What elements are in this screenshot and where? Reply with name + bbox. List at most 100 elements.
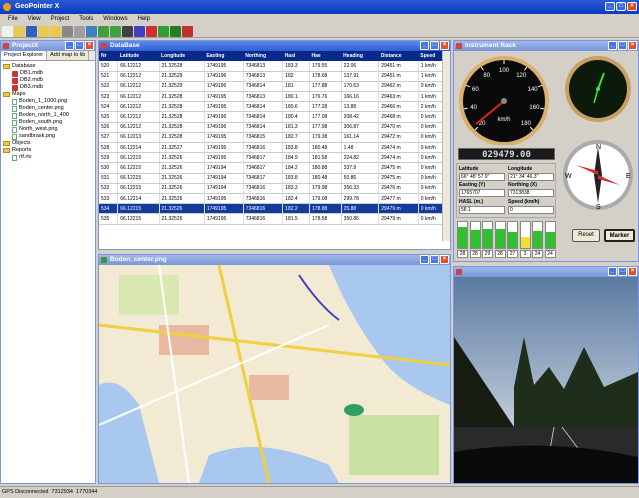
tree-item[interactable]: Maps [3, 91, 93, 98]
tree-item[interactable]: North_west.png [3, 126, 93, 133]
minimize-icon[interactable]: _ [608, 267, 617, 276]
maximize-icon[interactable]: □ [618, 41, 627, 50]
maximize-icon[interactable]: □ [75, 41, 84, 50]
tree-item[interactable]: Boden_1_1000.png [3, 98, 93, 105]
tab-project-explorer[interactable]: Project Explorer [1, 51, 48, 60]
table-cell: 21.32528 [159, 111, 205, 123]
menu-tools[interactable]: Tools [75, 14, 97, 25]
table-cell: 530 [99, 162, 119, 174]
flag-icon[interactable] [146, 26, 157, 37]
tree-item[interactable]: Reports [3, 147, 93, 154]
scrollbar[interactable] [442, 51, 450, 241]
column-header[interactable]: Northing [243, 51, 283, 61]
minimize-icon[interactable]: _ [420, 41, 429, 50]
new-icon[interactable] [2, 26, 13, 37]
menu-view[interactable]: View [24, 14, 45, 25]
table-cell: 7346814 [243, 101, 284, 113]
table-icon[interactable] [86, 26, 97, 37]
file-icon [12, 98, 17, 105]
gps-icon[interactable] [134, 26, 145, 37]
maximize-icon[interactable]: □ [430, 255, 439, 264]
table-row[interactable]: 532 66.12215 21.32526 1749194 7346816 183.3 17… [99, 183, 451, 194]
table-cell: 21.32526 [159, 152, 205, 164]
chart-icon[interactable] [98, 26, 109, 37]
column-header[interactable]: Distance [378, 51, 419, 61]
close-icon[interactable]: × [628, 267, 637, 276]
marker-button[interactable]: Marker [604, 229, 635, 242]
column-header[interactable]: Easting [204, 51, 244, 61]
save-icon[interactable] [26, 26, 37, 37]
folder-icon [3, 141, 10, 146]
close-icon[interactable]: × [85, 41, 94, 50]
table-row[interactable]: 526 66.12212 21.32528 1749196 7346814 181.3 17… [99, 122, 451, 133]
column-header[interactable]: Longitude [159, 51, 205, 61]
table-cell: 1.48 [341, 142, 380, 154]
minimize-icon[interactable]: _ [420, 255, 429, 264]
pen-icon[interactable] [182, 26, 193, 37]
tree-item[interactable]: Objects [3, 140, 93, 147]
reset-button[interactable]: Reset [572, 229, 600, 242]
table-cell: 179.08 [309, 193, 342, 205]
folder-open-icon[interactable] [50, 26, 61, 37]
check-icon[interactable] [158, 26, 169, 37]
tree-item[interactable]: Boden_north_1_400 [3, 112, 93, 119]
table-row[interactable]: 533 66.12214 21.32526 1749195 7346816 182.4 17… [99, 193, 451, 205]
table-row[interactable]: 522 66.12212 21.32529 1749196 7346814 181 177.… [99, 81, 451, 93]
table-cell: 7346817 [243, 152, 284, 164]
menu-project[interactable]: Project [47, 14, 74, 25]
folder-icon [3, 64, 10, 69]
table-cell: 523 [99, 91, 119, 103]
tree-item[interactable]: DB3.mdb [3, 84, 93, 91]
table-row[interactable]: 528 66.12214 21.32527 1749195 7346816 183.8 18… [99, 142, 451, 154]
close-icon[interactable]: × [440, 41, 449, 50]
tab-add-map[interactable]: Add map to lib [47, 51, 90, 60]
tree-item[interactable]: Boden_south.png [3, 119, 93, 126]
table-cell: 29451 m [378, 61, 419, 72]
tree-item[interactable]: DB1.mdb [3, 70, 93, 77]
map-icon[interactable] [110, 26, 121, 37]
column-header[interactable]: Hasl [282, 51, 310, 61]
column-header[interactable]: Latitude [117, 51, 160, 61]
close-icon[interactable]: × [627, 2, 637, 11]
menu-windows[interactable]: Windows [99, 14, 131, 25]
table-row[interactable]: 531 66.12215 21.32526 1749194 7346817 183.8 18… [99, 173, 451, 184]
column-header[interactable]: Heading [341, 51, 379, 61]
table-row[interactable]: 535 66.12215 21.32526 1749195 7346816 181.5 17… [99, 213, 451, 225]
tree-item[interactable]: Database [3, 63, 93, 70]
table-row[interactable]: 525 66.12212 21.32528 1749196 7346814 180.4 17… [99, 111, 451, 123]
map-view[interactable] [99, 265, 450, 483]
table-cell: 66.12215 [117, 203, 160, 215]
tree-item[interactable]: rtf.rtv [3, 154, 93, 161]
table-row[interactable]: 534 66.12215 21.32526 1749195 7346816 182.2 17… [99, 203, 451, 215]
menu-help[interactable]: Help [134, 14, 154, 25]
tree-item[interactable]: sandbrask.png [3, 133, 93, 140]
table-row[interactable]: 523 66.12212 21.32528 1749195 7346813 180.1 17… [99, 91, 451, 103]
menu-file[interactable]: File [4, 14, 22, 25]
minimize-icon[interactable]: _ [608, 41, 617, 50]
minimize-icon[interactable]: _ [605, 2, 615, 11]
print-icon[interactable] [62, 26, 73, 37]
table-row[interactable]: 527 66.12213 21.32528 1749195 7346815 182.7 17… [99, 132, 451, 144]
settings-icon[interactable] [74, 26, 85, 37]
table-row[interactable]: 524 66.12212 21.32528 1749195 7346814 180.6 17… [99, 101, 451, 113]
table-cell: 50.86 [341, 173, 380, 184]
table-row[interactable]: 530 66.12215 21.32526 1749194 7346817 184.2 18… [99, 162, 451, 174]
table-row[interactable]: 520 66.12212 21.32528 1749195 7346813 183.3 17… [99, 61, 451, 72]
minimize-icon[interactable]: _ [65, 41, 74, 50]
open-icon[interactable] [14, 26, 25, 37]
folder-icon[interactable] [38, 26, 49, 37]
tree-item[interactable]: Boden_center.png [3, 105, 93, 112]
play-icon[interactable] [170, 26, 181, 37]
close-icon[interactable]: × [628, 41, 637, 50]
camera-icon[interactable] [122, 26, 133, 37]
maximize-icon[interactable]: □ [616, 2, 626, 11]
maximize-icon[interactable]: □ [618, 267, 627, 276]
tree-item[interactable]: DB2.mdb [3, 77, 93, 84]
table-row[interactable]: 529 66.12215 21.32526 1749195 7346817 184.9 18… [99, 152, 451, 164]
close-icon[interactable]: × [440, 255, 449, 264]
table-cell: 166.16 [341, 91, 380, 103]
column-header[interactable]: Hae [309, 51, 342, 61]
table-row[interactable]: 521 66.12212 21.32529 1749196 7346813 182 178.… [99, 71, 451, 82]
column-header[interactable]: Nr [99, 51, 118, 61]
maximize-icon[interactable]: □ [430, 41, 439, 50]
